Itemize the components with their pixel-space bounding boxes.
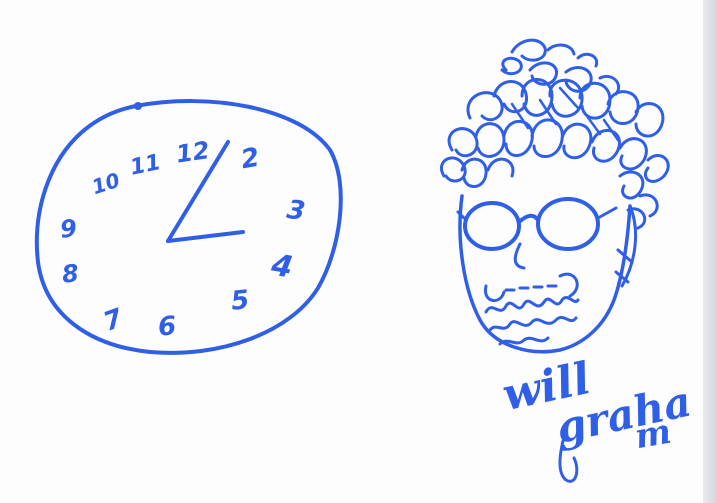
clock-numeral-11: 11 bbox=[128, 150, 163, 181]
clock-numeral-12: 12 bbox=[174, 136, 211, 168]
portrait-head-outline bbox=[458, 194, 632, 354]
clock-numeral-4: 4 bbox=[268, 247, 296, 285]
clock-numeral-7: 7 bbox=[100, 303, 128, 338]
portrait-beard bbox=[484, 296, 580, 346]
portrait-drawing: will graha m bbox=[440, 38, 695, 483]
portrait-glasses bbox=[456, 197, 618, 251]
clock-numeral-10: 10 bbox=[89, 168, 123, 199]
sketch-page: 12 2 3 4 5 6 7 8 9 10 11 will graha m bbox=[0, 0, 717, 503]
clock-drawing: 12 2 3 4 5 6 7 8 9 10 11 bbox=[34, 99, 343, 355]
sketch-canvas: 12 2 3 4 5 6 7 8 9 10 11 will graha m bbox=[34, 38, 695, 483]
portrait-nose bbox=[513, 242, 526, 270]
clock-hour-hand bbox=[166, 230, 245, 243]
clock-numeral-3: 3 bbox=[285, 195, 307, 227]
clock-numeral-9: 9 bbox=[59, 214, 79, 244]
clock-numeral-6: 6 bbox=[157, 311, 177, 342]
portrait-mouth bbox=[483, 272, 579, 302]
clock-numeral-2: 2 bbox=[239, 143, 262, 176]
portrait-signature: will graha m bbox=[498, 353, 695, 483]
clock-numeral-5: 5 bbox=[230, 285, 251, 317]
clock-ink-dot bbox=[134, 102, 142, 110]
signature-line-3: m bbox=[632, 412, 674, 458]
clock-numeral-8: 8 bbox=[61, 259, 81, 289]
